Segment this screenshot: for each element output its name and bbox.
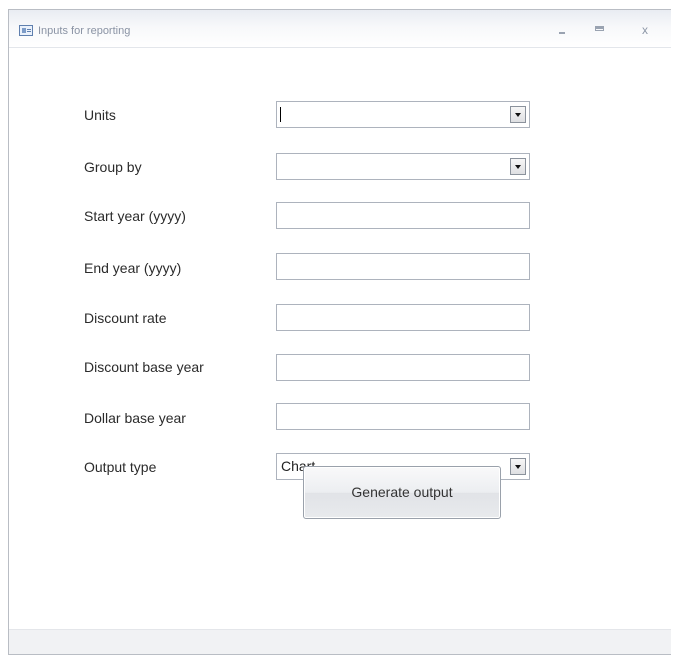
generate-output-button[interactable]: Generate output [303, 466, 501, 519]
discount-rate-input[interactable] [276, 304, 530, 331]
start-year-input[interactable] [276, 202, 530, 229]
window-title: Inputs for reporting [38, 25, 131, 37]
end-year-input[interactable] [276, 253, 530, 280]
text-cursor [280, 107, 281, 122]
output-type-dropdown-button[interactable] [510, 458, 526, 475]
units-dropdown-button[interactable] [510, 106, 526, 123]
form-window: Inputs for reporting x Units Group by St… [8, 9, 671, 655]
maximize-icon [595, 26, 604, 31]
form-icon [19, 25, 33, 36]
group-by-label: Group by [84, 159, 142, 175]
discount-base-year-input[interactable] [276, 354, 530, 381]
maximize-button[interactable] [591, 21, 609, 39]
minimize-icon [559, 32, 565, 34]
start-year-label: Start year (yyyy) [84, 208, 186, 224]
discount-rate-label: Discount rate [84, 310, 167, 326]
close-button[interactable]: x [636, 21, 654, 39]
output-type-label: Output type [84, 459, 157, 475]
discount-base-year-label: Discount base year [84, 359, 204, 375]
close-icon: x [642, 23, 648, 37]
group-by-combo[interactable] [276, 153, 530, 180]
minimize-button[interactable] [554, 21, 572, 39]
title-bar[interactable]: Inputs for reporting x [9, 10, 671, 48]
form-body [9, 48, 671, 630]
units-label: Units [84, 107, 116, 123]
dollar-base-year-input[interactable] [276, 403, 530, 430]
group-by-dropdown-button[interactable] [510, 158, 526, 175]
dollar-base-year-label: Dollar base year [84, 410, 186, 426]
units-combo[interactable] [276, 101, 530, 128]
status-bar [9, 629, 671, 654]
end-year-label: End year (yyyy) [84, 260, 182, 276]
